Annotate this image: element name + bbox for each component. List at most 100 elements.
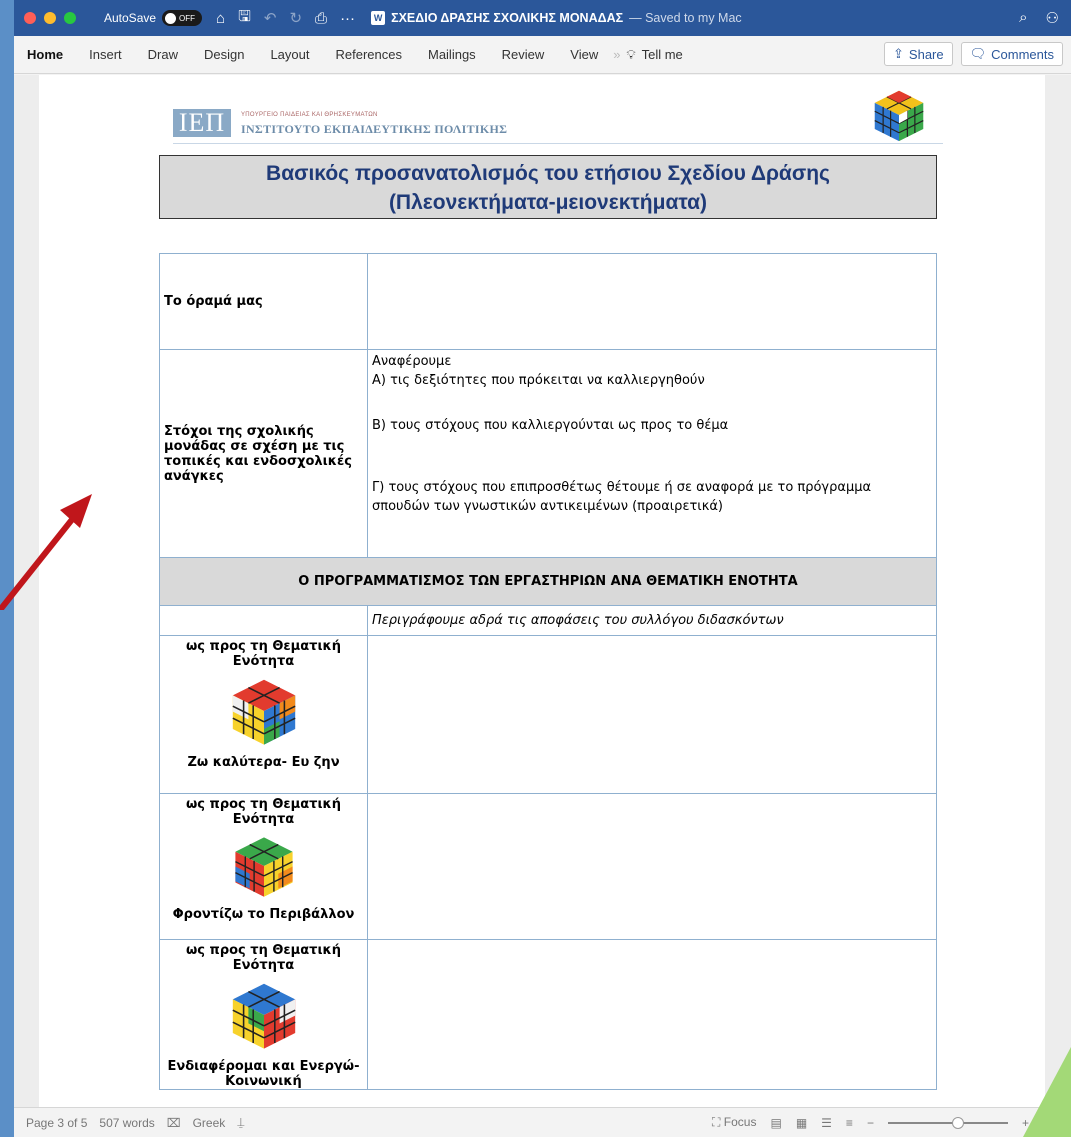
theme-3-prefix: ως προς τη Θεματική Ενότητα — [186, 943, 341, 973]
goals-label: Στόχοι της σχολικής μονάδας σε σχέση με … — [159, 349, 368, 558]
overflow-chevron-icon[interactable]: » — [611, 47, 622, 62]
focus-icon: ⛶ — [712, 1115, 721, 1129]
theme-3-cell[interactable] — [367, 939, 937, 1090]
goals-item-a: Α) τις δεξιότητες που πρόκειται να καλλι… — [372, 373, 705, 388]
theme-1-label: ως προς τη Θεματική Ενότητα Ζω καλύτερα-… — [159, 635, 368, 794]
theme-1-prefix: ως προς τη Θεματική Ενότητα — [186, 639, 341, 669]
share-icon: ⇪ — [893, 46, 904, 61]
search-icon[interactable]: ⌕ — [1019, 9, 1027, 27]
goals-intro: Αναφέρουμε — [372, 354, 452, 369]
table-row: ως προς τη Θεματική Ενότητα Φροντίζω το … — [159, 793, 937, 940]
document-title-box: Βασικός προσανατολισμός του ετήσιου Σχεδ… — [159, 155, 937, 219]
iep-logo: ΙΕΠ ΥΠΟΥΡΓΕΙΟ ΠΑΙΔΕΙΑΣ ΚΑΙ ΘΡΗΣΚΕΥΜΑΤΩΝ … — [173, 109, 583, 143]
focus-label: Focus — [723, 1115, 757, 1129]
minimize-window-button[interactable] — [44, 12, 56, 24]
theme-3-label: ως προς τη Θεματική Ενότητα Ενδιαφέρομαι… — [159, 939, 368, 1090]
home-icon[interactable]: ⌂ — [216, 10, 225, 27]
goals-item-b: Β) τους στόχους που καλλιεργούνται ως πρ… — [372, 418, 729, 433]
rubiks-cube-red-image — [231, 679, 296, 745]
tab-references[interactable]: References — [323, 47, 415, 62]
table-row: ως προς τη Θεματική Ενότητα Ζω καλύτερα-… — [159, 635, 937, 794]
tab-insert[interactable]: Insert — [76, 47, 135, 62]
outline-view-icon[interactable]: ☰ — [821, 1116, 832, 1130]
rubiks-cube-header-image — [874, 90, 924, 142]
comments-button[interactable]: 🗨︎ Comments — [960, 42, 1063, 66]
focus-button[interactable]: ⛶ Focus — [712, 1115, 756, 1130]
share-button[interactable]: ⇪ Share — [884, 42, 953, 66]
tell-me-search[interactable]: 💡︎ Tell me — [622, 47, 682, 63]
theme-2-name: Φροντίζω το Περιβάλλον — [172, 907, 355, 922]
zoom-window-button[interactable] — [64, 12, 76, 24]
print-icon[interactable]: ⎙ — [315, 10, 327, 27]
zoom-slider-knob[interactable] — [951, 1116, 964, 1129]
undo-icon[interactable]: ↶ — [264, 9, 277, 27]
goals-item-c: Γ) τους στόχους που επιπροσθέτως θέτουμε… — [372, 480, 872, 514]
redo-icon[interactable]: ↻ — [289, 9, 302, 27]
red-arrow-annotation — [0, 494, 92, 610]
save-icon[interactable]: 🖫 — [238, 6, 251, 31]
document-page[interactable]: ΙΕΠ ΥΠΟΥΡΓΕΙΟ ΠΑΙΔΕΙΑΣ ΚΑΙ ΘΡΗΣΚΕΥΜΑΤΩΝ … — [39, 75, 1045, 1107]
doc-title-text: ΣΧΕΔΙΟ ΔΡΑΣΗΣ ΣΧΟΛΙΚΗΣ ΜΟΝΑΔΑΣ — [391, 11, 624, 25]
action-plan-table: Το όραμά μας Στόχοι της σχολικής μονάδας… — [159, 253, 937, 1090]
tab-home[interactable]: Home — [14, 47, 76, 62]
autosave-toggle[interactable]: OFF — [162, 10, 203, 26]
table-row: Περιγράφουμε αδρά τις αποφάσεις του συλλ… — [159, 605, 937, 636]
vision-cell[interactable] — [367, 253, 937, 350]
autosave-label: AutoSave — [104, 11, 157, 25]
header-divider — [173, 143, 943, 144]
tab-view[interactable]: View — [557, 47, 611, 62]
theme-3-name: Ενδιαφέρομαι και Ενεργώ- Κοινωνική — [167, 1059, 360, 1089]
autosave-state: OFF — [179, 13, 196, 23]
tab-layout[interactable]: Layout — [257, 47, 322, 62]
section-header: Ο ΠΡΟΓΡΑΜΜΑΤΙΣΜΟΣ ΤΩΝ ΕΡΓΑΣΤΗΡΙΩΝ ΑΝΑ ΘΕ… — [159, 557, 937, 606]
tell-me-label: Tell me — [641, 47, 683, 62]
word-window: AutoSave OFF ⌂ 🖫 ↶ ↻ ⎙ ··· W ΣΧΕΔΙΟ ΔΡΑΣ… — [14, 0, 1071, 1137]
document-title: W ΣΧΕΔΙΟ ΔΡΑΣΗΣ ΣΧΟΛΙΚΗΣ ΜΟΝΑΔΑΣ — Saved… — [371, 11, 742, 25]
word-count[interactable]: 507 words — [99, 1116, 154, 1130]
autosave-control[interactable]: AutoSave OFF — [104, 10, 203, 26]
close-window-button[interactable] — [24, 12, 36, 24]
web-layout-icon[interactable]: ▦ — [796, 1116, 807, 1130]
goals-cell[interactable]: Αναφέρουμε Α) τις δεξιότητες που πρόκειτ… — [367, 349, 937, 558]
empty-label-cell[interactable] — [159, 605, 368, 636]
draft-view-icon[interactable]: ≡ — [846, 1116, 853, 1130]
zoom-out-icon[interactable]: − — [867, 1116, 874, 1130]
accessibility-icon[interactable]: ⍊ — [237, 1115, 244, 1130]
theme-1-cell[interactable] — [367, 635, 937, 794]
print-layout-icon[interactable]: ▤ — [770, 1116, 781, 1130]
title-line-1: Βασικός προσανατολισμός του ετήσιου Σχεδ… — [266, 162, 830, 185]
table-row: Το όραμά μας — [159, 253, 937, 350]
lightbulb-icon: 💡︎ — [626, 46, 636, 62]
status-bar: Page 3 of 5 507 words ⌧ Greek ⍊ ⛶ Focus … — [14, 1107, 1071, 1137]
rubiks-cube-green-image — [234, 837, 293, 897]
share-label: Share — [908, 46, 944, 62]
tab-review[interactable]: Review — [489, 47, 558, 62]
table-row: Στόχοι της σχολικής μονάδας σε σχέση με … — [159, 349, 937, 558]
zoom-slider[interactable] — [887, 1116, 1008, 1129]
comment-icon: 🗨︎ — [969, 46, 987, 61]
theme-2-prefix: ως προς τη Θεματική Ενότητα — [186, 797, 341, 827]
tab-mailings[interactable]: Mailings — [415, 47, 489, 62]
ribbon-tabs: Home Insert Draw Design Layout Reference… — [14, 36, 1071, 74]
vision-label: Το όραμά μας — [159, 253, 368, 350]
more-icon[interactable]: ··· — [340, 10, 355, 27]
share-people-icon[interactable]: ⚇ — [1046, 9, 1059, 27]
table-row: Ο ΠΡΟΓΡΑΜΜΑΤΙΣΜΟΣ ΤΩΝ ΕΡΓΑΣΤΗΡΙΩΝ ΑΝΑ ΘΕ… — [159, 557, 937, 606]
green-corner-decoration — [1023, 1047, 1071, 1137]
document-canvas[interactable]: ΙΕΠ ΥΠΟΥΡΓΕΙΟ ΠΑΙΔΕΙΑΣ ΚΑΙ ΘΡΗΣΚΕΥΜΑΤΩΝ … — [14, 75, 1071, 1107]
tab-design[interactable]: Design — [191, 47, 257, 62]
theme-1-name: Ζω καλύτερα- Ευ ζην — [187, 755, 340, 770]
theme-2-cell[interactable] — [367, 793, 937, 940]
window-controls — [24, 12, 76, 24]
tab-draw[interactable]: Draw — [135, 47, 191, 62]
saved-status: — Saved to my Mac — [629, 11, 742, 25]
institute-name: ΙΝΣΤΙΤΟΥΤΟ ΕΚΠΑΙΔΕΥΤΙΚΗΣ ΠΟΛΙΤΙΚΗΣ — [241, 122, 508, 136]
comments-label: Comments — [991, 46, 1054, 62]
language[interactable]: Greek — [193, 1116, 226, 1130]
title-line-2: (Πλεονεκτήματα-μειονεκτήματα) — [388, 191, 708, 214]
proofing-icon[interactable]: ⌧ — [167, 1116, 181, 1130]
describe-note: Περιγράφουμε αδρά τις αποφάσεις του συλλ… — [367, 605, 937, 636]
page-count[interactable]: Page 3 of 5 — [26, 1116, 87, 1130]
iep-logo-letters: ΙΕΠ — [173, 109, 231, 137]
rubiks-cube-blue-image — [231, 983, 296, 1049]
